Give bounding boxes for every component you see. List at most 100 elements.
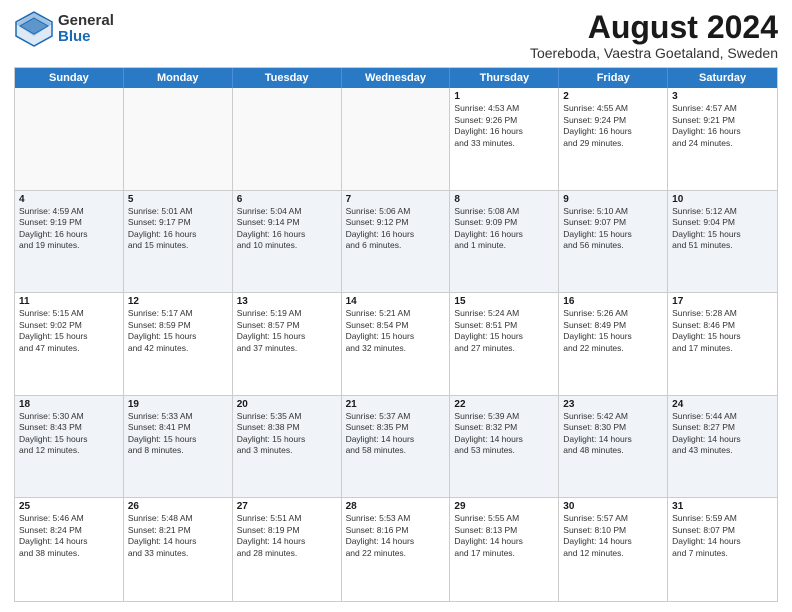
- calendar-week: 11Sunrise: 5:15 AM Sunset: 9:02 PM Dayli…: [15, 293, 777, 396]
- calendar-cell: 28Sunrise: 5:53 AM Sunset: 8:16 PM Dayli…: [342, 498, 451, 601]
- calendar-week: 4Sunrise: 4:59 AM Sunset: 9:19 PM Daylig…: [15, 191, 777, 294]
- logo-text: General Blue: [58, 13, 114, 46]
- day-info: Sunrise: 5:06 AM Sunset: 9:12 PM Dayligh…: [346, 206, 446, 252]
- day-number: 25: [19, 501, 119, 512]
- calendar-cell: 24Sunrise: 5:44 AM Sunset: 8:27 PM Dayli…: [668, 396, 777, 498]
- page: General Blue August 2024 Toereboda, Vaes…: [0, 0, 792, 612]
- day-info: Sunrise: 5:17 AM Sunset: 8:59 PM Dayligh…: [128, 308, 228, 354]
- calendar-body: 1Sunrise: 4:53 AM Sunset: 9:26 PM Daylig…: [15, 88, 777, 601]
- day-number: 30: [563, 501, 663, 512]
- calendar-header-cell: Monday: [124, 68, 233, 88]
- calendar-week: 1Sunrise: 4:53 AM Sunset: 9:26 PM Daylig…: [15, 88, 777, 191]
- calendar-cell: 4Sunrise: 4:59 AM Sunset: 9:19 PM Daylig…: [15, 191, 124, 293]
- day-info: Sunrise: 5:37 AM Sunset: 8:35 PM Dayligh…: [346, 411, 446, 457]
- day-number: 11: [19, 296, 119, 307]
- calendar-cell: 16Sunrise: 5:26 AM Sunset: 8:49 PM Dayli…: [559, 293, 668, 395]
- calendar-cell: 27Sunrise: 5:51 AM Sunset: 8:19 PM Dayli…: [233, 498, 342, 601]
- calendar-cell: 1Sunrise: 4:53 AM Sunset: 9:26 PM Daylig…: [450, 88, 559, 190]
- calendar-cell: 8Sunrise: 5:08 AM Sunset: 9:09 PM Daylig…: [450, 191, 559, 293]
- logo: General Blue: [14, 10, 114, 48]
- day-info: Sunrise: 4:57 AM Sunset: 9:21 PM Dayligh…: [672, 103, 773, 149]
- calendar-cell: 11Sunrise: 5:15 AM Sunset: 9:02 PM Dayli…: [15, 293, 124, 395]
- day-number: 22: [454, 399, 554, 410]
- day-number: 23: [563, 399, 663, 410]
- day-info: Sunrise: 4:53 AM Sunset: 9:26 PM Dayligh…: [454, 103, 554, 149]
- day-number: 4: [19, 194, 119, 205]
- calendar-header-cell: Friday: [559, 68, 668, 88]
- calendar-cell: 25Sunrise: 5:46 AM Sunset: 8:24 PM Dayli…: [15, 498, 124, 601]
- day-number: 5: [128, 194, 228, 205]
- calendar-cell: 2Sunrise: 4:55 AM Sunset: 9:24 PM Daylig…: [559, 88, 668, 190]
- calendar-cell-empty: [124, 88, 233, 190]
- day-number: 28: [346, 501, 446, 512]
- calendar-cell: 5Sunrise: 5:01 AM Sunset: 9:17 PM Daylig…: [124, 191, 233, 293]
- day-number: 29: [454, 501, 554, 512]
- day-number: 15: [454, 296, 554, 307]
- day-number: 7: [346, 194, 446, 205]
- calendar-cell: 19Sunrise: 5:33 AM Sunset: 8:41 PM Dayli…: [124, 396, 233, 498]
- day-info: Sunrise: 5:12 AM Sunset: 9:04 PM Dayligh…: [672, 206, 773, 252]
- day-info: Sunrise: 5:21 AM Sunset: 8:54 PM Dayligh…: [346, 308, 446, 354]
- logo-general: General: [58, 13, 114, 30]
- day-number: 18: [19, 399, 119, 410]
- calendar-cell: 26Sunrise: 5:48 AM Sunset: 8:21 PM Dayli…: [124, 498, 233, 601]
- day-info: Sunrise: 5:57 AM Sunset: 8:10 PM Dayligh…: [563, 513, 663, 559]
- calendar-cell: 14Sunrise: 5:21 AM Sunset: 8:54 PM Dayli…: [342, 293, 451, 395]
- calendar-header-cell: Thursday: [450, 68, 559, 88]
- day-info: Sunrise: 5:59 AM Sunset: 8:07 PM Dayligh…: [672, 513, 773, 559]
- day-info: Sunrise: 5:19 AM Sunset: 8:57 PM Dayligh…: [237, 308, 337, 354]
- calendar-header-cell: Sunday: [15, 68, 124, 88]
- calendar-cell: 29Sunrise: 5:55 AM Sunset: 8:13 PM Dayli…: [450, 498, 559, 601]
- calendar-cell-empty: [233, 88, 342, 190]
- day-info: Sunrise: 5:55 AM Sunset: 8:13 PM Dayligh…: [454, 513, 554, 559]
- day-number: 8: [454, 194, 554, 205]
- logo-icon: [14, 10, 54, 48]
- day-info: Sunrise: 5:53 AM Sunset: 8:16 PM Dayligh…: [346, 513, 446, 559]
- calendar-header: SundayMondayTuesdayWednesdayThursdayFrid…: [15, 68, 777, 88]
- page-subtitle: Toereboda, Vaestra Goetaland, Sweden: [530, 45, 778, 61]
- calendar-header-cell: Tuesday: [233, 68, 342, 88]
- day-number: 19: [128, 399, 228, 410]
- header: General Blue August 2024 Toereboda, Vaes…: [14, 10, 778, 61]
- day-number: 9: [563, 194, 663, 205]
- day-number: 24: [672, 399, 773, 410]
- day-info: Sunrise: 5:33 AM Sunset: 8:41 PM Dayligh…: [128, 411, 228, 457]
- day-number: 16: [563, 296, 663, 307]
- day-info: Sunrise: 5:48 AM Sunset: 8:21 PM Dayligh…: [128, 513, 228, 559]
- day-number: 1: [454, 91, 554, 102]
- day-info: Sunrise: 5:01 AM Sunset: 9:17 PM Dayligh…: [128, 206, 228, 252]
- page-title: August 2024: [530, 10, 778, 45]
- title-block: August 2024 Toereboda, Vaestra Goetaland…: [530, 10, 778, 61]
- day-number: 17: [672, 296, 773, 307]
- day-info: Sunrise: 5:35 AM Sunset: 8:38 PM Dayligh…: [237, 411, 337, 457]
- calendar-week: 25Sunrise: 5:46 AM Sunset: 8:24 PM Dayli…: [15, 498, 777, 601]
- calendar-header-cell: Saturday: [668, 68, 777, 88]
- day-info: Sunrise: 5:24 AM Sunset: 8:51 PM Dayligh…: [454, 308, 554, 354]
- day-info: Sunrise: 5:15 AM Sunset: 9:02 PM Dayligh…: [19, 308, 119, 354]
- logo-blue: Blue: [58, 29, 114, 46]
- day-info: Sunrise: 5:26 AM Sunset: 8:49 PM Dayligh…: [563, 308, 663, 354]
- day-info: Sunrise: 5:51 AM Sunset: 8:19 PM Dayligh…: [237, 513, 337, 559]
- calendar: SundayMondayTuesdayWednesdayThursdayFrid…: [14, 67, 778, 602]
- day-info: Sunrise: 4:55 AM Sunset: 9:24 PM Dayligh…: [563, 103, 663, 149]
- day-number: 27: [237, 501, 337, 512]
- day-number: 3: [672, 91, 773, 102]
- day-number: 6: [237, 194, 337, 205]
- calendar-cell: 9Sunrise: 5:10 AM Sunset: 9:07 PM Daylig…: [559, 191, 668, 293]
- day-number: 2: [563, 91, 663, 102]
- day-info: Sunrise: 5:08 AM Sunset: 9:09 PM Dayligh…: [454, 206, 554, 252]
- day-number: 21: [346, 399, 446, 410]
- calendar-cell: 21Sunrise: 5:37 AM Sunset: 8:35 PM Dayli…: [342, 396, 451, 498]
- calendar-cell: 22Sunrise: 5:39 AM Sunset: 8:32 PM Dayli…: [450, 396, 559, 498]
- calendar-week: 18Sunrise: 5:30 AM Sunset: 8:43 PM Dayli…: [15, 396, 777, 499]
- calendar-cell: 30Sunrise: 5:57 AM Sunset: 8:10 PM Dayli…: [559, 498, 668, 601]
- day-number: 31: [672, 501, 773, 512]
- calendar-cell: 20Sunrise: 5:35 AM Sunset: 8:38 PM Dayli…: [233, 396, 342, 498]
- day-info: Sunrise: 4:59 AM Sunset: 9:19 PM Dayligh…: [19, 206, 119, 252]
- calendar-cell: 6Sunrise: 5:04 AM Sunset: 9:14 PM Daylig…: [233, 191, 342, 293]
- day-info: Sunrise: 5:30 AM Sunset: 8:43 PM Dayligh…: [19, 411, 119, 457]
- calendar-header-cell: Wednesday: [342, 68, 451, 88]
- calendar-cell: 17Sunrise: 5:28 AM Sunset: 8:46 PM Dayli…: [668, 293, 777, 395]
- day-info: Sunrise: 5:04 AM Sunset: 9:14 PM Dayligh…: [237, 206, 337, 252]
- calendar-cell: 23Sunrise: 5:42 AM Sunset: 8:30 PM Dayli…: [559, 396, 668, 498]
